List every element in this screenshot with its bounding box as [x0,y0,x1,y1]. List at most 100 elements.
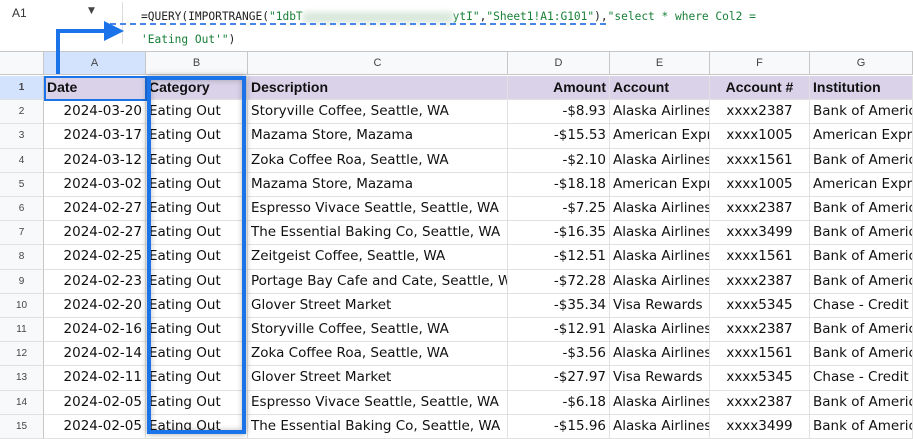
cell-description[interactable]: Zoka Coffee Roa, Seattle, WA [248,148,508,173]
row-number[interactable]: 6 [0,197,44,222]
cell-date[interactable]: 2024-02-23 [44,269,146,294]
cell-amount[interactable]: -$12.51 [508,245,610,270]
cell-institution[interactable]: American Express [810,172,913,197]
column-header-d[interactable]: D [508,52,610,75]
cell-account[interactable]: Alaska Airlines [610,390,710,415]
cell-institution[interactable]: Bank of America [810,100,913,125]
cell-date[interactable]: 2024-02-11 [44,366,146,391]
cell-account[interactable]: Alaska Airlines [610,148,710,173]
cell-amount[interactable]: -$16.35 [508,221,610,246]
row-number[interactable]: 15 [0,414,44,439]
cell-account[interactable]: American Express [610,172,710,197]
cell-account-number[interactable]: xxxx2387 [710,100,810,125]
cell-description[interactable]: Glover Street Market [248,366,508,391]
cell-description[interactable]: Mazama Store, Mazama [248,172,508,197]
cell-date[interactable]: 2024-02-25 [44,245,146,270]
cell-institution[interactable]: Institution [810,76,913,101]
cell-description[interactable]: Portage Bay Cafe and Cate, Seattle, WA [248,269,508,294]
cell-amount[interactable]: -$18.18 [508,172,610,197]
cell-description[interactable]: Storyville Coffee, Seattle, WA [248,318,508,343]
cell-date[interactable]: 2024-02-16 [44,318,146,343]
cell-date[interactable]: 2024-03-02 [44,172,146,197]
cell-account-number[interactable]: xxxx2387 [710,318,810,343]
cell-institution[interactable]: Bank of America [810,318,913,343]
cell-account-number[interactable]: xxxx5345 [710,293,810,318]
cell-amount[interactable]: -$12.91 [508,318,610,343]
cell-account[interactable]: Alaska Airlines [610,269,710,294]
row-number[interactable]: 9 [0,269,44,294]
row-number[interactable]: 2 [0,100,44,125]
cell-date[interactable]: 2024-02-20 [44,293,146,318]
cell-amount[interactable]: -$15.53 [508,124,610,149]
cell-description[interactable]: Espresso Vivace Seattle, Seattle, WA [248,197,508,222]
cell-date[interactable]: 2024-03-20 [44,100,146,125]
cell-account-number[interactable]: xxxx2387 [710,390,810,415]
column-header-b[interactable]: B [146,52,248,75]
cell-date[interactable]: 2024-02-14 [44,342,146,367]
cell-account-number[interactable]: xxxx3499 [710,414,810,439]
cell-account-number[interactable]: xxxx1561 [710,245,810,270]
cell-description[interactable]: Zoka Coffee Roa, Seattle, WA [248,342,508,367]
cell-account-number[interactable]: xxxx2387 [710,197,810,222]
row-number[interactable]: 4 [0,148,44,173]
cell-account[interactable]: Alaska Airlines [610,221,710,246]
row-number[interactable]: 10 [0,293,44,318]
cell-date[interactable]: 2024-02-27 [44,197,146,222]
column-header-g[interactable]: G [810,52,913,75]
cell-institution[interactable]: Bank of America [810,390,913,415]
cell-description[interactable]: The Essential Baking Co, Seattle, WA [248,414,508,439]
row-number[interactable]: 11 [0,318,44,343]
cell-description[interactable]: The Essential Baking Co, Seattle, WA [248,221,508,246]
cell-account[interactable]: Visa Rewards [610,293,710,318]
row-number[interactable]: 8 [0,245,44,270]
cell-description[interactable]: Glover Street Market [248,293,508,318]
cell-description[interactable]: Mazama Store, Mazama [248,124,508,149]
cell-institution[interactable]: American Express [810,124,913,149]
cell-account[interactable]: Visa Rewards [610,366,710,391]
cell-date[interactable]: 2024-03-12 [44,148,146,173]
column-header-f[interactable]: F [710,52,810,75]
cell-institution[interactable]: Bank of America [810,414,913,439]
cell-account-number[interactable]: Account # [710,76,810,101]
cell-account-number[interactable]: xxxx1005 [710,172,810,197]
cell-institution[interactable]: Bank of America [810,269,913,294]
cell-amount[interactable]: -$2.10 [508,148,610,173]
cell-description[interactable]: Description [248,76,508,101]
cell-institution[interactable]: Chase - Credit Card [810,366,913,391]
cell-institution[interactable]: Bank of America [810,342,913,367]
cell-date[interactable]: 2024-03-17 [44,124,146,149]
cell-amount[interactable]: -$72.28 [508,269,610,294]
cell-account[interactable]: Alaska Airlines [610,245,710,270]
cell-account[interactable]: Alaska Airlines [610,414,710,439]
cell-institution[interactable]: Bank of America [810,221,913,246]
row-number[interactable]: 14 [0,390,44,415]
cell-institution[interactable]: Bank of America [810,245,913,270]
cell-date[interactable]: 2024-02-05 [44,390,146,415]
cell-amount[interactable]: -$35.34 [508,293,610,318]
column-header-c[interactable]: C [248,52,508,75]
row-number[interactable]: 13 [0,366,44,391]
cell-amount[interactable]: -$3.56 [508,342,610,367]
cell-amount[interactable]: Amount [508,76,610,101]
row-number[interactable]: 7 [0,221,44,246]
cell-date[interactable]: 2024-02-05 [44,414,146,439]
cell-account[interactable]: Alaska Airlines [610,197,710,222]
row-number[interactable]: 5 [0,172,44,197]
cell-account[interactable]: Alaska Airlines [610,100,710,125]
cell-description[interactable]: Storyville Coffee, Seattle, WA [248,100,508,125]
cell-date[interactable]: 2024-02-27 [44,221,146,246]
cell-account-number[interactable]: xxxx3499 [710,221,810,246]
row-number[interactable]: 3 [0,124,44,149]
column-header-e[interactable]: E [610,52,710,75]
cell-account[interactable]: American Express [610,124,710,149]
cell-institution[interactable]: Chase - Credit Card [810,293,913,318]
cell-account-number[interactable]: xxxx2387 [710,269,810,294]
cell-account-number[interactable]: xxxx1005 [710,124,810,149]
cell-account-number[interactable]: xxxx5345 [710,366,810,391]
cell-description[interactable]: Zeitgeist Coffee, Seattle, WA [248,245,508,270]
formula-input[interactable]: =QUERY(IMPORTRANGE("1dbT ytI","Sheet1!A1:… [141,5,911,51]
cell-amount[interactable]: -$6.18 [508,390,610,415]
cell-amount[interactable]: -$7.25 [508,197,610,222]
cell-amount[interactable]: -$15.96 [508,414,610,439]
cell-account[interactable]: Alaska Airlines [610,318,710,343]
